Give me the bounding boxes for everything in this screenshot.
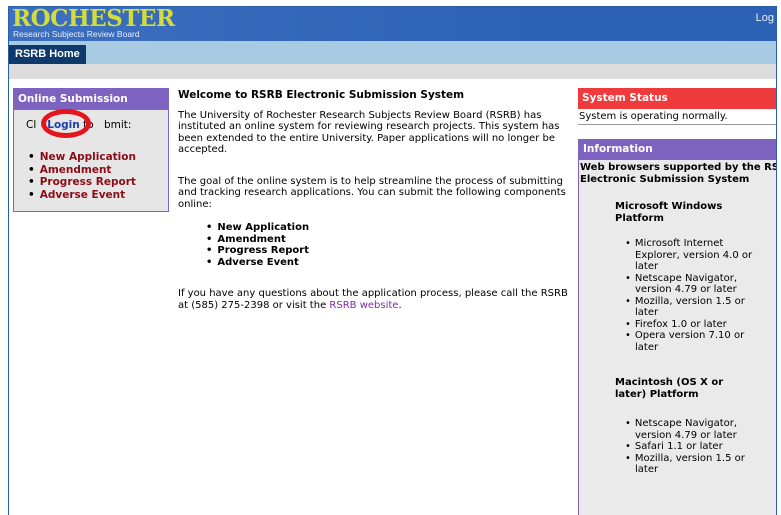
submission-links: • New Application • Amendment • Progress Re… [28,151,136,201]
rsrb-website-link[interactable]: RSRB website [329,300,398,311]
list-item[interactable]: • Adverse Event [28,189,136,202]
list-item-label: Progress Report [217,245,310,256]
list-item-label: Mozilla, version 1.5 or later [634,295,745,319]
list-item: • Safari 1.1 or later [625,441,723,452]
new-application-link[interactable]: New Application [40,151,136,163]
info-title: Information [579,139,776,160]
list-item: • Amendment [206,233,286,245]
list-item-label: Adverse Event [217,256,299,268]
list-item[interactable]: • New Application [28,151,136,164]
nav-bar: RSRB Home [9,41,776,64]
list-item: • Mozilla, version 1.5 or later [625,452,745,476]
list-item-label: Microsoft Internet Explorer, version 4.0… [634,238,753,272]
status-message: System is operating normally. [578,109,776,125]
component-list: • New Application • Amendment • Progress Re… [206,222,571,268]
list-item-label: Netscape Navigator, version 4.79 or late… [634,418,738,441]
login-header-link[interactable]: Log [756,12,774,24]
list-item-label: Amendment [217,233,286,245]
browser-page: ROCHESTER Research Subjects Review Board… [8,6,777,515]
contact-end: . [398,299,402,311]
list-item: • Netscape Navigator, version 4.79 or lat… [625,418,738,441]
mac-browser-list: • Netscape Navigator, version 4.79 or lat… [625,418,776,476]
instruction-suffix: bmit: [103,119,132,131]
list-item: • New Application [206,222,310,233]
mac-platform-title: Macintosh (OS X or later) Platform [615,377,724,400]
contact-paragraph: If you have any questions about the appl… [178,288,571,311]
page-title: Welcome to RSRB Electronic Submission Sy… [178,89,465,101]
list-item-label: Opera version 7.10 or later [634,330,745,353]
list-item[interactable]: • Amendment [28,164,136,177]
welcome-content: Welcome to RSRB Electronic Submission Sy… [178,89,571,323]
windows-platform-title: Microsoft Windows Platform [615,201,723,224]
list-item: • Microsoft Internet Explorer, version 4.… [625,238,753,272]
tab-rsrb-home[interactable]: RSRB Home [9,45,86,64]
list-item-label: Firefox 1.0 or later [634,318,727,330]
panel-title: Online Submission [14,89,168,110]
site-banner: ROCHESTER Research Subjects Review Board… [9,7,776,41]
instruction-prefix: Cl [26,119,37,131]
list-item-label: New Application [217,222,310,233]
browser-support-heading: Web browsers supported by the RSRB Elect… [580,162,777,185]
adverse-event-link[interactable]: Adverse Event [40,189,125,201]
list-item: • Netscape Navigator, version 4.79 or lat… [625,272,738,296]
list-item-label: Safari 1.1 or later [634,441,723,452]
progress-report-link[interactable]: Progress Report [40,176,136,188]
list-item: • Adverse Event [206,256,299,268]
list-item: • Progress Report [206,245,310,256]
divider-strip [9,64,776,79]
intro-paragraph: The University of Rochester Research Sub… [178,109,560,156]
list-item: • Firefox 1.0 or later [625,318,727,330]
logo-subtitle: Research Subjects Review Board [13,29,140,39]
goal-paragraph: The goal of the online system is to help… [178,175,566,210]
status-title: System Status [578,88,776,109]
online-submission-panel: Online Submission Cl Login to bmit: • New … [13,88,169,212]
amendment-link[interactable]: Amendment [40,164,112,176]
rochester-logo[interactable]: ROCHESTER [12,7,175,31]
list-item-label: Mozilla, version 1.5 or later [634,452,745,476]
list-item: • Mozilla, version 1.5 or later [625,295,745,319]
list-item[interactable]: • Progress Report [28,176,136,189]
list-item: • Opera version 7.10 or later [625,330,745,353]
annotation-circle [41,109,91,138]
system-status-panel: System Status System is operating normal… [578,88,776,125]
list-item-label: Netscape Navigator, version 4.79 or late… [634,272,738,296]
information-panel: Information Web browsers supported by th… [578,139,777,515]
windows-browser-list: • Microsoft Internet Explorer, version 4.… [625,238,776,353]
